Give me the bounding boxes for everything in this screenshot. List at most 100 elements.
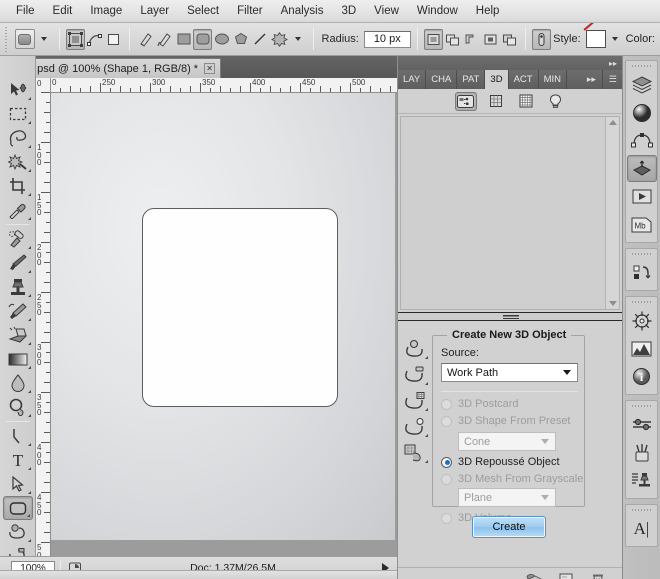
shape-layers-mode-button[interactable] bbox=[65, 28, 85, 50]
tool-brush[interactable] bbox=[3, 251, 33, 275]
3d-roll-tool-button[interactable] bbox=[400, 362, 430, 388]
tool-gradient[interactable] bbox=[3, 347, 33, 371]
3d-lights-filter-button[interactable] bbox=[545, 92, 567, 111]
3d-panel-scrollbar[interactable] bbox=[605, 117, 619, 309]
scroll-up-arrow-icon[interactable] bbox=[608, 120, 617, 125]
new-shape-layer-button[interactable] bbox=[423, 28, 443, 50]
panel-tab-actions[interactable]: ACT bbox=[509, 70, 539, 89]
3d-panel-button[interactable] bbox=[626, 155, 657, 182]
fill-pixels-mode-button[interactable] bbox=[104, 29, 123, 50]
vertical-ruler[interactable]: 0 100 150 200 250 300 350 400 450 500 bbox=[36, 78, 51, 556]
menu-item-image[interactable]: Image bbox=[81, 2, 131, 21]
scroll-down-arrow-icon[interactable] bbox=[608, 301, 617, 306]
option-3d-mesh-from-grayscale[interactable]: 3D Mesh From Grayscale bbox=[441, 473, 583, 485]
style-swatch[interactable] bbox=[585, 30, 606, 48]
source-select[interactable]: Work Path bbox=[441, 363, 578, 382]
close-icon[interactable]: ✕ bbox=[204, 63, 216, 74]
ellipse-tool-button[interactable] bbox=[212, 29, 231, 50]
subtract-from-shape-area-button[interactable] bbox=[462, 29, 481, 50]
panel-tab-mini-bridge[interactable]: MIN bbox=[539, 70, 567, 89]
group-grip-icon[interactable] bbox=[632, 252, 651, 257]
radio-3d-postcard[interactable] bbox=[441, 398, 452, 410]
document-tab[interactable]: ice.psd @ 100% (Shape 1, RGB/8) * ✕ bbox=[12, 58, 222, 78]
line-tool-button[interactable] bbox=[250, 29, 269, 50]
tool-crop[interactable] bbox=[3, 174, 33, 198]
materials-panel-button[interactable] bbox=[627, 99, 657, 126]
tool-preset-chevron-down-icon[interactable] bbox=[40, 37, 47, 41]
tool-blur[interactable] bbox=[3, 371, 33, 395]
adjustments-panel-button[interactable] bbox=[627, 411, 657, 438]
polygon-tool-button[interactable] bbox=[231, 29, 250, 50]
option-3d-shape-from-preset[interactable]: 3D Shape From Preset bbox=[441, 415, 571, 427]
options-bar-grip[interactable] bbox=[2, 25, 12, 53]
horizontal-scrollbar[interactable] bbox=[0, 570, 397, 579]
panel-tab-channels[interactable]: CHA bbox=[426, 70, 458, 89]
group-grip-icon[interactable] bbox=[632, 508, 651, 513]
radio-3d-shape-from-preset[interactable] bbox=[441, 415, 452, 427]
panel-tab-paths[interactable]: PAT bbox=[457, 70, 486, 89]
canvas-scroll-area[interactable]: MISSYUAN.COM 思缘设计论坛 WWW.MISSYUAN.COM bbox=[51, 93, 397, 556]
radio-3d-repousse-object[interactable] bbox=[441, 456, 452, 468]
layer-style-button[interactable] bbox=[532, 28, 552, 50]
new-layer-button[interactable] bbox=[557, 572, 575, 579]
tool-move[interactable] bbox=[3, 78, 33, 102]
option-3d-repousse-object[interactable]: 3D Repoussé Object bbox=[441, 456, 560, 468]
menu-item-window[interactable]: Window bbox=[408, 2, 467, 21]
histogram-panel-button[interactable] bbox=[627, 335, 657, 362]
3d-scale-tool-button[interactable] bbox=[400, 440, 430, 466]
panel-tab-layers[interactable]: LAY bbox=[398, 70, 427, 89]
paths-mode-button[interactable] bbox=[85, 29, 104, 50]
tool-quick-selection[interactable] bbox=[3, 150, 33, 174]
mesh-type-select[interactable]: Plane bbox=[458, 488, 556, 507]
3d-scene-filter-button[interactable] bbox=[454, 91, 477, 111]
tool-dodge[interactable] bbox=[3, 395, 33, 419]
pen-tool-button[interactable] bbox=[136, 29, 155, 50]
add-to-shape-area-button[interactable] bbox=[443, 29, 462, 50]
3d-panel-content[interactable] bbox=[400, 116, 620, 310]
info-panel-button[interactable]: i bbox=[627, 363, 657, 390]
tool-history-brush[interactable] bbox=[3, 299, 33, 323]
menu-item-edit[interactable]: Edit bbox=[44, 2, 82, 21]
option-3d-postcard[interactable]: 3D Postcard bbox=[441, 398, 519, 410]
paths-panel-button[interactable] bbox=[627, 127, 657, 154]
tool-eraser[interactable] bbox=[3, 323, 33, 347]
group-grip-icon[interactable] bbox=[632, 300, 651, 305]
tool-lasso[interactable] bbox=[3, 126, 33, 150]
panel-menu-icon[interactable]: ☰ bbox=[601, 70, 623, 89]
measurement-log-panel-button[interactable]: Mb bbox=[627, 211, 657, 238]
tool-healing-brush[interactable] bbox=[3, 227, 33, 251]
rectangle-tool-button[interactable] bbox=[174, 29, 193, 50]
3d-pan-tool-button[interactable] bbox=[400, 388, 430, 414]
menu-item-file[interactable]: File bbox=[7, 2, 44, 21]
horizontal-ruler[interactable]: 0 250 300 350 400 450 500 bbox=[36, 78, 397, 93]
rounded-rectangle-tool-button[interactable] bbox=[193, 28, 213, 50]
menu-item-filter[interactable]: Filter bbox=[228, 2, 272, 21]
layers-panel-button[interactable] bbox=[627, 71, 657, 98]
tool-clone-stamp[interactable] bbox=[3, 275, 33, 299]
tool-horizontal-type[interactable]: T bbox=[3, 448, 33, 472]
exclude-overlapping-shape-areas-button[interactable] bbox=[500, 29, 519, 50]
tool-path-selection[interactable] bbox=[3, 472, 33, 496]
tool-preset-picker[interactable] bbox=[14, 29, 35, 49]
group-grip-icon[interactable] bbox=[632, 64, 651, 69]
radio-3d-mesh-from-grayscale[interactable] bbox=[441, 473, 452, 485]
3d-meshes-filter-button[interactable] bbox=[485, 92, 507, 111]
tool-rectangular-marquee[interactable] bbox=[3, 102, 33, 126]
freeform-pen-tool-button[interactable] bbox=[155, 29, 174, 50]
rounded-rectangle-shape[interactable] bbox=[142, 208, 338, 407]
tool-rounded-rectangle[interactable] bbox=[2, 496, 33, 520]
clone-source-panel-button[interactable] bbox=[627, 467, 657, 494]
3d-rotate-tool-button[interactable] bbox=[400, 336, 430, 362]
character-panel-button[interactable]: A| bbox=[627, 515, 657, 542]
brushes-panel-button[interactable] bbox=[627, 439, 657, 466]
menu-item-select[interactable]: Select bbox=[178, 2, 228, 21]
3d-slide-tool-button[interactable] bbox=[400, 414, 430, 440]
radius-input[interactable]: 10 px bbox=[363, 30, 411, 48]
history-panel-button[interactable] bbox=[627, 259, 657, 286]
style-chevron-down-icon[interactable] bbox=[611, 37, 618, 41]
menu-item-3d[interactable]: 3D bbox=[332, 2, 365, 21]
3d-materials-filter-button[interactable] bbox=[515, 92, 537, 111]
menu-item-analysis[interactable]: Analysis bbox=[272, 2, 333, 21]
panel-splitter[interactable] bbox=[398, 312, 623, 321]
canvas[interactable]: MISSYUAN.COM 思缘设计论坛 WWW.MISSYUAN.COM bbox=[51, 93, 395, 540]
